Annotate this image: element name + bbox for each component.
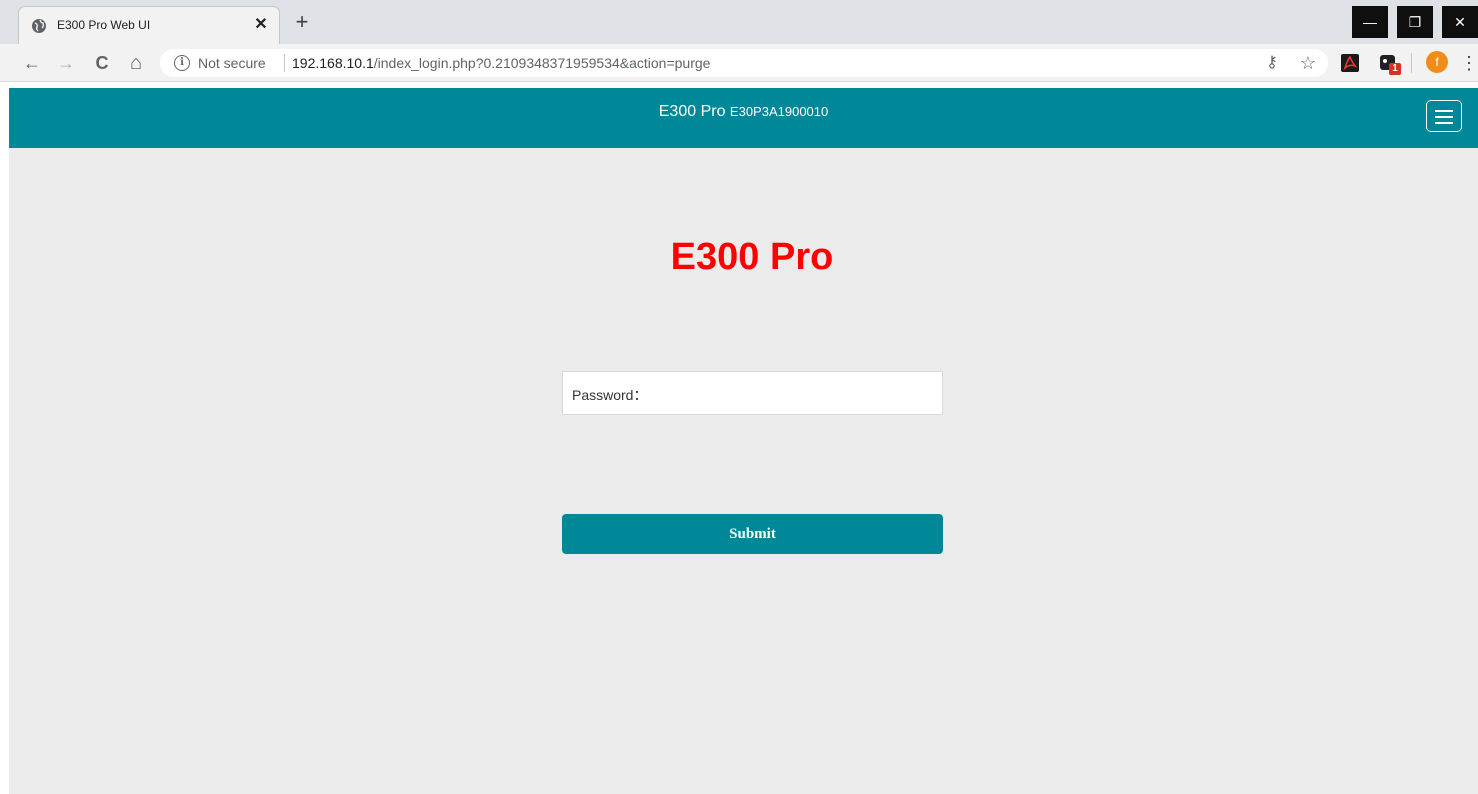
extension-badge: 1 xyxy=(1392,63,1398,74)
url-text[interactable]: 192.168.10.1/index_login.php?0.210934837… xyxy=(292,55,710,71)
home-button[interactable]: ⌂ xyxy=(124,51,148,75)
header-serial: E30P3A1900010 xyxy=(729,104,829,119)
bookmark-star-icon[interactable]: ☆ xyxy=(1298,53,1318,73)
window-close-button[interactable]: ✕ xyxy=(1442,6,1478,38)
address-bar[interactable]: i Not secure 192.168.10.1/index_login.ph… xyxy=(160,49,1328,77)
restore-button[interactable]: ❐ xyxy=(1397,6,1433,38)
password-label: Password： xyxy=(572,387,648,403)
menu-dots-icon[interactable]: ⋮ xyxy=(1460,53,1478,73)
menu-line xyxy=(1435,116,1453,118)
new-tab-button[interactable]: + xyxy=(290,10,314,34)
key-icon[interactable]: ⚷ xyxy=(1262,53,1282,73)
header-title: E300 Pro E30P3A1900010 xyxy=(9,88,1478,148)
top-header: E300 Pro E30P3A1900010 xyxy=(9,88,1478,148)
url-host: 192.168.10.1 xyxy=(292,55,374,71)
minimize-button[interactable]: — xyxy=(1352,6,1388,38)
tab-title: E300 Pro Web UI xyxy=(57,18,151,32)
security-label[interactable]: Not secure xyxy=(198,55,266,71)
tab-strip: E300 Pro Web UI ✕ + — ❐ ✕ xyxy=(0,0,1478,44)
password-field[interactable]: Password： xyxy=(562,371,943,415)
globe-icon xyxy=(32,19,46,33)
back-button[interactable]: ← xyxy=(20,51,44,75)
submit-button[interactable]: Submit xyxy=(562,514,943,554)
browser-tab[interactable]: E300 Pro Web UI ✕ xyxy=(18,6,280,44)
info-icon[interactable]: i xyxy=(174,55,190,71)
page-content: E300 Pro E30P3A1900010 E300 Pro Password… xyxy=(9,88,1478,794)
password-input[interactable] xyxy=(653,378,933,408)
brand-title: E300 Pro xyxy=(670,236,834,278)
hamburger-menu-button[interactable] xyxy=(1426,100,1462,132)
divider xyxy=(284,54,285,72)
divider xyxy=(1411,53,1412,73)
menu-line xyxy=(1435,122,1453,124)
pdf-extension-icon[interactable] xyxy=(1340,53,1360,73)
menu-line xyxy=(1435,110,1453,112)
header-product: E300 Pro xyxy=(658,103,726,120)
browser-toolbar: ← → C ⌂ i Not secure 192.168.10.1/index_… xyxy=(0,44,1478,82)
reload-button[interactable]: C xyxy=(90,51,114,75)
forward-button[interactable]: → xyxy=(54,51,78,75)
tab-close-icon[interactable]: ✕ xyxy=(251,15,271,35)
profile-avatar[interactable]: f xyxy=(1426,51,1448,73)
url-path: /index_login.php?0.2109348371959534&acti… xyxy=(373,55,711,71)
